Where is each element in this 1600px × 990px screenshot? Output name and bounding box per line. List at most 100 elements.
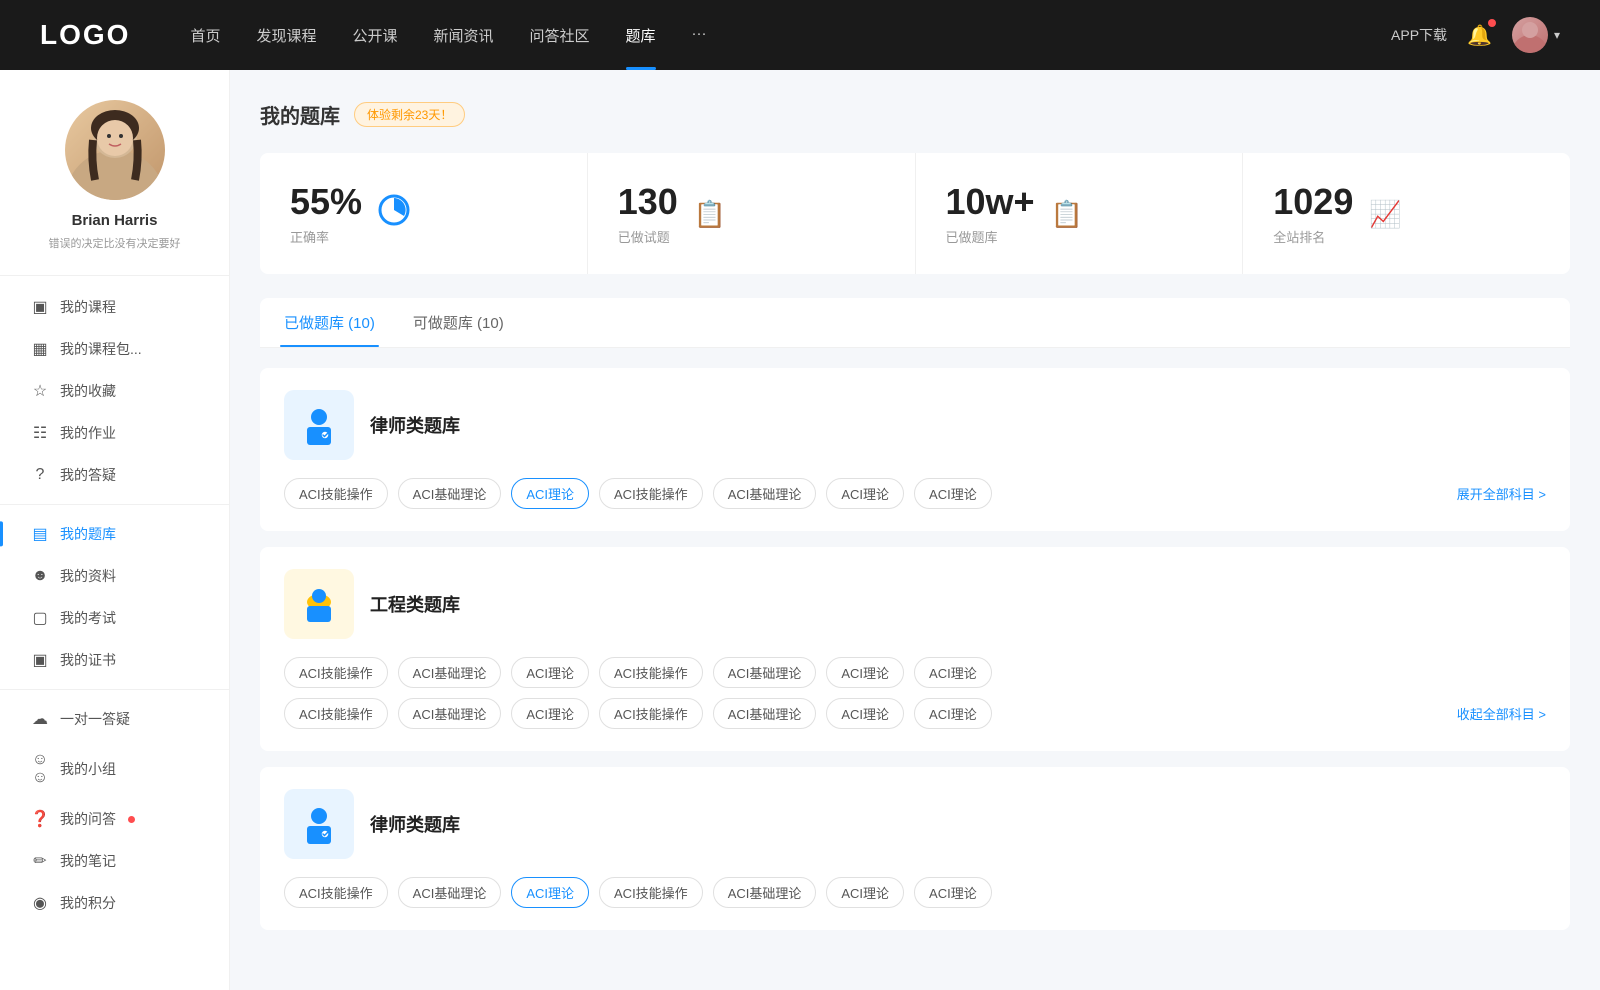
navbar-menu-item[interactable]: 公开课 — [352, 25, 397, 46]
navbar-menu-item[interactable]: 发现课程 — [256, 25, 316, 46]
sidebar-label: 我的题库 — [60, 524, 116, 544]
bank-tag[interactable]: ACI技能操作 — [599, 877, 703, 908]
expand-collapse-link[interactable]: 展开全部科目 > — [1457, 484, 1546, 503]
stat-icon — [378, 194, 410, 233]
chevron-down-icon: ▾ — [1554, 28, 1560, 42]
notification-badge — [1488, 19, 1496, 27]
page-header: 我的题库 体验剩余23天！ — [260, 100, 1570, 129]
stat-label: 正确率 — [290, 227, 362, 246]
navbar-menu-item[interactable]: 新闻资讯 — [434, 25, 494, 46]
stat-label: 全站排名 — [1273, 227, 1353, 246]
sidebar-item-我的答疑[interactable]: ? 我的答疑 — [0, 454, 229, 496]
stat-icon: 📋 — [694, 198, 726, 230]
navbar-menu: 首页 发现课程 公开课 新闻资讯 问答社区 题库 ··· — [190, 25, 1391, 46]
sidebar-item-我的资料[interactable]: ☻ 我的资料 — [0, 555, 229, 597]
navbar-menu-item[interactable]: 问答社区 — [530, 25, 590, 46]
bank-tags-container: ACI技能操作 ACI基础理论 ACI理论 ACI技能操作 ACI基础理论 ACI理论 AC… — [284, 877, 1546, 908]
stat-item-1: 130 已做试题 📋 — [588, 153, 916, 274]
bank-tag[interactable]: ACI理论 — [511, 657, 589, 688]
bank-card: 工程类题库 ACI技能操作ACI基础理论ACI理论ACI技能操作ACI基础理论A… — [260, 547, 1570, 751]
sidebar-item-我的积分[interactable]: ◉ 我的积分 — [0, 882, 229, 924]
profile-motto: 错误的决定比没有决定要好 — [49, 235, 181, 251]
stat-icon: 📈 — [1369, 198, 1401, 230]
bank-tags-row: ACI技能操作 ACI基础理论 ACI理论 ACI技能操作 ACI基础理论 ACI理论 AC… — [284, 877, 1546, 908]
bank-tag[interactable]: ACI基础理论 — [398, 698, 502, 729]
sidebar-item-我的问答[interactable]: ❓ 我的问答 — [0, 798, 229, 840]
bank-tag[interactable]: ACI理论 — [914, 877, 992, 908]
bank-tag[interactable]: ACI技能操作 — [284, 698, 388, 729]
bank-card: 律师类题库 ACI技能操作ACI基础理论ACI理论ACI技能操作ACI基础理论A… — [260, 368, 1570, 531]
bank-tag[interactable]: ACI基础理论 — [713, 877, 817, 908]
bank-card-header: 工程类题库 — [284, 569, 1546, 639]
sidebar-label: 我的考试 — [60, 608, 116, 628]
bank-tag[interactable]: ACI理论 — [914, 478, 992, 509]
sidebar-item-我的收藏[interactable]: ☆ 我的收藏 — [0, 370, 229, 412]
sidebar-label: 我的收藏 — [60, 381, 116, 401]
sidebar-item-我的小组[interactable]: ☺☺ 我的小组 — [0, 740, 229, 798]
bank-tag[interactable]: ACI理论 — [511, 877, 589, 908]
sidebar-item-我的证书[interactable]: ▣ 我的证书 — [0, 639, 229, 681]
profile-avatar — [65, 100, 165, 200]
user-avatar-menu[interactable]: ▾ — [1512, 17, 1560, 53]
bank-tag[interactable]: ACI技能操作 — [599, 657, 703, 688]
bank-card-header: 律师类题库 — [284, 789, 1546, 859]
bank-tag[interactable]: ACI理论 — [511, 698, 589, 729]
stat-value-group: 10w+ 已做题库 — [946, 181, 1035, 246]
bank-tag[interactable]: ACI理论 — [511, 478, 589, 509]
sidebar-icon: ☁ — [30, 709, 50, 729]
sidebar-label: 我的小组 — [60, 759, 116, 779]
navbar-menu-item[interactable]: 首页 — [190, 25, 220, 46]
bank-icon — [284, 789, 354, 859]
bank-tag[interactable]: ACI技能操作 — [284, 657, 388, 688]
bank-tag[interactable]: ACI基础理论 — [398, 877, 502, 908]
bank-tag[interactable]: ACI技能操作 — [284, 877, 388, 908]
bank-tag[interactable]: ACI基础理论 — [713, 698, 817, 729]
stat-label: 已做试题 — [618, 227, 678, 246]
sidebar: Brian Harris 错误的决定比没有决定要好 ▣ 我的课程 ▦ 我的课程包… — [0, 70, 230, 990]
bank-tag[interactable]: ACI基础理论 — [713, 478, 817, 509]
bank-tag[interactable]: ACI技能操作 — [599, 698, 703, 729]
bank-tag[interactable]: ACI理论 — [826, 877, 904, 908]
bank-tag[interactable]: ACI基础理论 — [398, 478, 502, 509]
sidebar-label: 我的问答 — [60, 809, 116, 829]
sidebar-label: 一对一答疑 — [60, 709, 130, 729]
sidebar-item-我的笔记[interactable]: ✏ 我的笔记 — [0, 840, 229, 882]
sidebar-label: 我的课程 — [60, 297, 116, 317]
sidebar-item-一对一答疑[interactable]: ☁ 一对一答疑 — [0, 698, 229, 740]
sidebar-label: 我的作业 — [60, 423, 116, 443]
bank-tag[interactable]: ACI理论 — [914, 698, 992, 729]
sidebar-item-我的题库[interactable]: ▤ 我的题库 — [0, 513, 229, 555]
sidebar-profile: Brian Harris 错误的决定比没有决定要好 — [0, 100, 229, 276]
tab-item[interactable]: 可做题库 (10) — [409, 298, 508, 347]
sidebar-icon: ▣ — [30, 650, 50, 670]
navbar-menu-item[interactable]: 题库 — [626, 25, 656, 46]
app-download-link[interactable]: APP下载 — [1391, 25, 1447, 45]
sidebar-icon: ☻ — [30, 567, 50, 585]
sidebar-item-我的考试[interactable]: ▢ 我的考试 — [0, 597, 229, 639]
sidebar-menu-list: ▣ 我的课程 ▦ 我的课程包... ☆ 我的收藏 ☷ 我的作业 ? 我的答疑 ▤… — [0, 286, 229, 924]
sidebar-item-我的课程包[interactable]: ▦ 我的课程包... — [0, 328, 229, 370]
bank-tag[interactable]: ACI技能操作 — [284, 478, 388, 509]
bank-tags-row: ACI技能操作 ACI基础理论 ACI理论 ACI技能操作 ACI基础理论 ACI理论 AC… — [284, 698, 1546, 729]
sidebar-item-我的课程[interactable]: ▣ 我的课程 — [0, 286, 229, 328]
bank-tag[interactable]: ACI基础理论 — [398, 657, 502, 688]
bank-tag[interactable]: ACI技能操作 — [599, 478, 703, 509]
bank-tags-container: ACI技能操作 ACI基础理论 ACI理论 ACI技能操作 ACI基础理论 ACI理论 AC… — [284, 478, 1546, 509]
bank-tag[interactable]: ACI理论 — [826, 478, 904, 509]
expand-collapse-link[interactable]: 收起全部科目 > — [1457, 704, 1546, 723]
bank-tag[interactable]: ACI理论 — [914, 657, 992, 688]
navbar-menu-item[interactable]: ··· — [692, 25, 707, 46]
bank-name: 律师类题库 — [370, 412, 460, 438]
sidebar-label: 我的资料 — [60, 566, 116, 586]
stat-value: 130 — [618, 181, 678, 223]
stat-item-3: 1029 全站排名 📈 — [1243, 153, 1570, 274]
tab-item[interactable]: 已做题库 (10) — [280, 298, 379, 347]
sidebar-item-我的作业[interactable]: ☷ 我的作业 — [0, 412, 229, 454]
sidebar-label: 我的积分 — [60, 893, 116, 913]
logo[interactable]: LOGO — [40, 19, 130, 51]
stat-value: 55% — [290, 181, 362, 223]
bank-tag[interactable]: ACI理论 — [826, 698, 904, 729]
bank-tag[interactable]: ACI基础理论 — [713, 657, 817, 688]
notification-bell[interactable]: 🔔 — [1467, 23, 1492, 48]
bank-tag[interactable]: ACI理论 — [826, 657, 904, 688]
